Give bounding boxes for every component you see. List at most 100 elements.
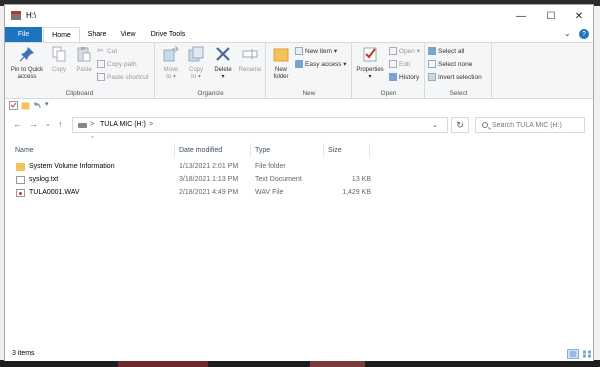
new-folder-icon [273,48,289,62]
delete-line2: ▾ [221,74,225,80]
file-date: 1/13/2021 2:01 PM [179,163,239,170]
new-folder-quick-icon[interactable] [21,101,30,110]
table-row[interactable]: System Volume Information 1/13/2021 2:01… [11,161,375,174]
breadcrumb-drive[interactable]: TULA MIC (H:) [100,121,146,128]
usb-drive-icon [78,123,87,128]
properties-button[interactable]: Properties ▾ [354,46,386,81]
column-header-type[interactable]: Type [251,143,324,157]
tab-share[interactable]: Share [81,27,113,42]
up-arrow-icon[interactable]: ↑ [58,119,63,129]
copy-to-line2: to ▾ [191,74,201,80]
select-all-icon [428,47,436,55]
file-date: 2/18/2021 4:49 PM [179,189,239,196]
undo-icon[interactable] [33,101,42,110]
tab-file[interactable]: File [5,27,42,42]
table-row[interactable]: TULA0001.WAV 2/18/2021 4:49 PM WAV File … [11,187,375,200]
copy-to-button[interactable]: Copy to ▾ [184,46,208,81]
delete-x-icon [216,47,230,61]
copy-path-button[interactable]: Copy path [97,60,137,68]
column-header-size[interactable]: Size [324,143,370,157]
search-box[interactable] [475,117,585,133]
details-view-icon[interactable] [567,349,579,359]
address-dropdown-icon[interactable]: ⌄ [432,121,438,129]
move-to-button[interactable]: Move to ▾ [159,45,183,81]
new-group: New folder New item ▾ Easy access ▾ New [267,43,352,99]
column-header-date-modified[interactable]: Date modified [175,143,251,157]
scissors-icon: ✂ [97,46,104,55]
navigation-bar: ← → ⌄ ↑ > TULA MIC (H:) > ⌄ ↻ [5,115,593,135]
select-none-button[interactable]: Select none [428,60,472,68]
history-button[interactable]: History [389,73,419,81]
forward-arrow-icon[interactable]: → [29,119,38,129]
select-none-label: Select none [438,60,473,68]
close-button[interactable]: ✕ [565,5,593,27]
new-item-button[interactable]: New item ▾ [295,47,337,55]
copy-to-line1: Copy [188,67,203,73]
paste-label: Paste [76,67,92,73]
open-button[interactable]: Open ▾ [389,47,420,55]
column-header-name[interactable]: Name [11,143,175,157]
collapse-ribbon-icon[interactable]: ⌄ [564,29,571,38]
paste-button[interactable]: Paste [72,46,96,74]
window-title: H:\ [26,11,37,20]
edit-button[interactable]: Edit [389,60,410,68]
refresh-icon[interactable]: ↻ [451,117,469,133]
delete-button[interactable]: Delete ▾ [211,46,235,81]
breadcrumb-separator-icon[interactable]: > [90,121,94,128]
file-type: WAV File [255,189,284,196]
customize-toolbar-icon[interactable]: ▾ [45,100,49,108]
invert-selection-button[interactable]: Invert selection [428,73,482,81]
search-input[interactable] [492,120,582,131]
cut-button[interactable]: ✂ Cut [97,47,117,55]
select-group: Select all Select none Invert selection … [426,43,492,99]
rename-icon [242,49,258,59]
organize-group-label: Organize [197,90,224,97]
new-folder-button[interactable]: New folder [269,46,293,81]
select-all-button[interactable]: Select all [428,47,464,55]
maximize-button[interactable]: ☐ [537,5,565,27]
paste-shortcut-label: Paste shortcut [107,73,149,81]
pin-label-line1: Pin to Quick [10,67,44,73]
select-all-label: Select all [438,47,465,55]
file-name: syslog.txt [29,176,59,183]
ribbon: Pin to Quick access Copy Paste ✂ Cut Cop… [5,42,593,99]
file-type: Text Document [255,176,302,183]
organize-group: Move to ▾ Copy to ▾ Delete ▾ Rename Orga… [156,43,266,99]
help-icon[interactable]: ? [579,29,589,39]
breadcrumb-separator-icon[interactable]: > [149,121,153,128]
tab-home[interactable]: Home [43,27,80,42]
large-icons-view-icon[interactable] [581,349,593,359]
minimize-button[interactable]: — [507,5,535,27]
properties-line1: Properties [356,67,384,73]
table-row[interactable]: syslog.txt 3/18/2021 1:13 PM Text Docume… [11,174,375,187]
file-size: 13 KB [351,176,371,183]
invert-selection-icon [428,73,436,81]
quick-access-toolbar: ▾ [5,99,593,112]
pin-to-quick-access-button[interactable]: Pin to Quick access [8,46,46,81]
tab-view[interactable]: View [113,27,143,42]
delete-line1: Delete [214,67,232,73]
edit-label: Edit [399,60,411,68]
file-list: ^ Name Date modified Type Size System Vo… [5,136,593,346]
paste-shortcut-button[interactable]: Paste shortcut [97,73,149,81]
copy-button[interactable]: Copy [47,46,71,74]
file-date: 3/18/2021 1:13 PM [179,176,239,183]
folder-icon [16,163,25,171]
open-label: Open ▾ [399,48,420,55]
file-explorer-window: H:\ — ☐ ✕ File Home Share View Drive Too… [4,4,594,361]
ribbon-tabs: File Home Share View Drive Tools ⌄ ? [5,27,593,42]
open-group-label: Open [380,90,397,97]
background-image-fragment [310,360,365,367]
new-group-label: New [302,90,316,97]
move-to-line1: Move [163,67,179,73]
properties-check-icon[interactable] [9,101,18,110]
recent-locations-icon[interactable]: ⌄ [45,120,51,128]
easy-access-button[interactable]: Easy access ▾ [295,60,347,68]
back-arrow-icon[interactable]: ← [13,119,22,129]
copy-icon [52,46,66,62]
rename-button[interactable]: Rename [236,46,264,74]
file-size: 1,429 KB [342,189,371,196]
address-bar[interactable]: > TULA MIC (H:) > ⌄ [72,117,448,133]
new-item-label: New item ▾ [305,48,338,55]
tab-drive-tools[interactable]: Drive Tools [143,27,193,42]
